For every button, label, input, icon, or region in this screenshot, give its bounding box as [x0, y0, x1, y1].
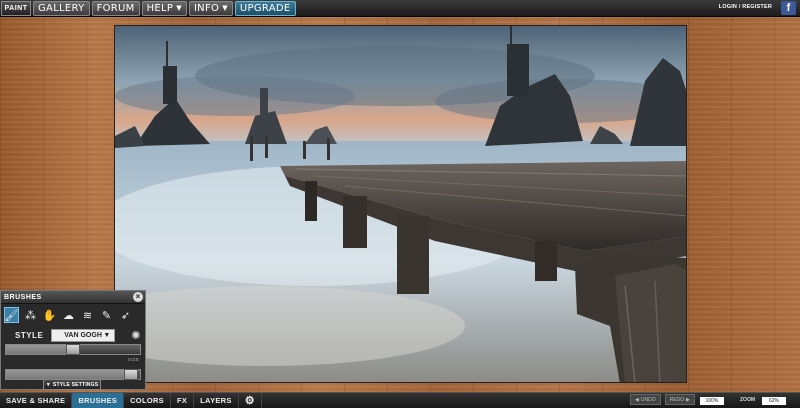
hand-icon[interactable]: ✋: [42, 307, 57, 323]
sponge-icon[interactable]: ⁂: [23, 307, 38, 323]
brushes-panel: BRUSHES × 🖌 ⁂ ✋ ☁ ≋ ✎ ➶ STYLE VAN GOGH ▼…: [0, 290, 146, 390]
brush-tool-row: 🖌 ⁂ ✋ ☁ ≋ ✎ ➶: [1, 304, 145, 326]
brush-icon[interactable]: 🖌: [4, 307, 19, 323]
fx-tab[interactable]: FX: [171, 392, 195, 408]
undo-button[interactable]: ◀ UNDO: [630, 394, 661, 405]
undo-arrow-icon: ◀: [635, 396, 639, 403]
style-label: STYLE: [15, 330, 44, 340]
caret-down-icon: ▼: [176, 3, 182, 12]
painting-canvas[interactable]: [114, 25, 687, 383]
caret-down-icon: ▼: [45, 381, 51, 388]
nav-info[interactable]: INFO ▼: [188, 0, 233, 16]
brush-zoom-value: 100%: [705, 398, 719, 404]
pen-icon[interactable]: ✎: [99, 307, 114, 323]
zoom-field[interactable]: 62%: [762, 397, 786, 405]
splat-icon[interactable]: ✺: [131, 329, 140, 342]
nav-upgrade[interactable]: UPGRADE: [234, 0, 296, 16]
nav-forum-label: FORUM: [96, 2, 135, 14]
nav-forum[interactable]: FORUM: [91, 0, 140, 16]
save-share-button[interactable]: SAVE & SHARE: [0, 392, 73, 408]
zoom-value: 62%: [768, 398, 779, 404]
close-icon[interactable]: ×: [133, 292, 143, 302]
login-register-link[interactable]: LOGIN / REGISTER: [719, 4, 772, 10]
caret-down-icon: ▼: [222, 3, 228, 12]
nav-help[interactable]: HELP ▼: [141, 0, 187, 16]
app-logo[interactable]: PAINT: [1, 0, 31, 16]
brushes-tab-label: BRUSHES: [78, 396, 118, 405]
blob-icon[interactable]: ☁: [61, 307, 76, 323]
bottom-toolbar: SAVE & SHARE BRUSHES COLORS FX LAYERS ⚙ …: [0, 392, 800, 408]
colors-tab[interactable]: COLORS: [124, 392, 171, 408]
zoom-label: ZOOM: [740, 397, 755, 403]
redo-label: REDO: [669, 396, 685, 403]
size-label: SIZE: [127, 357, 139, 362]
nav-gallery[interactable]: GALLERY: [33, 0, 90, 16]
brush-zoom-field[interactable]: 100%: [700, 397, 724, 405]
layers-tab[interactable]: LAYERS: [194, 392, 239, 408]
redo-button[interactable]: REDO ▶: [664, 394, 695, 405]
brushes-panel-title: BRUSHES: [4, 293, 42, 301]
style-row: STYLE VAN GOGH ▼ ✺: [1, 326, 145, 344]
smudge-icon[interactable]: ≋: [80, 307, 95, 323]
canvas-artwork: [115, 26, 686, 382]
style-settings-button[interactable]: ▼ STYLE SETTINGS: [43, 379, 101, 390]
save-share-label: SAVE & SHARE: [6, 396, 66, 405]
style-settings-label: STYLE SETTINGS: [52, 381, 99, 388]
size-slider-fill: [6, 345, 73, 354]
nav-info-label: INFO: [193, 2, 220, 14]
nav-upgrade-label: UPGRADE: [239, 2, 291, 14]
nav-gallery-label: GALLERY: [38, 2, 85, 14]
fx-tab-label: FX: [176, 396, 188, 405]
undo-label: UNDO: [640, 396, 656, 403]
undo-redo-group: ◀ UNDO REDO ▶: [630, 394, 695, 405]
brushes-tab[interactable]: BRUSHES: [72, 392, 125, 408]
top-nav-bar: PAINT GALLERY FORUM HELP ▼ INFO ▼ UPGRAD…: [0, 0, 800, 17]
colors-tab-label: COLORS: [130, 396, 164, 405]
brushes-panel-header: BRUSHES: [1, 291, 145, 304]
layers-tab-label: LAYERS: [200, 396, 232, 405]
chevron-down-icon: ▼: [103, 331, 111, 339]
nav-help-label: HELP: [146, 2, 174, 14]
size-slider-thumb[interactable]: [66, 344, 80, 355]
feather-icon[interactable]: ➶: [118, 307, 133, 323]
style-dropdown-value: VAN GOGH: [64, 331, 102, 339]
opacity-slider-thumb[interactable]: [124, 369, 138, 380]
settings-gear-icon[interactable]: ⚙: [239, 392, 262, 408]
facebook-icon[interactable]: f: [781, 1, 796, 15]
redo-arrow-icon: ▶: [686, 396, 690, 403]
size-slider[interactable]: [5, 344, 141, 355]
style-dropdown[interactable]: VAN GOGH ▼: [51, 328, 116, 342]
opacity-slider-fill: [6, 370, 131, 379]
